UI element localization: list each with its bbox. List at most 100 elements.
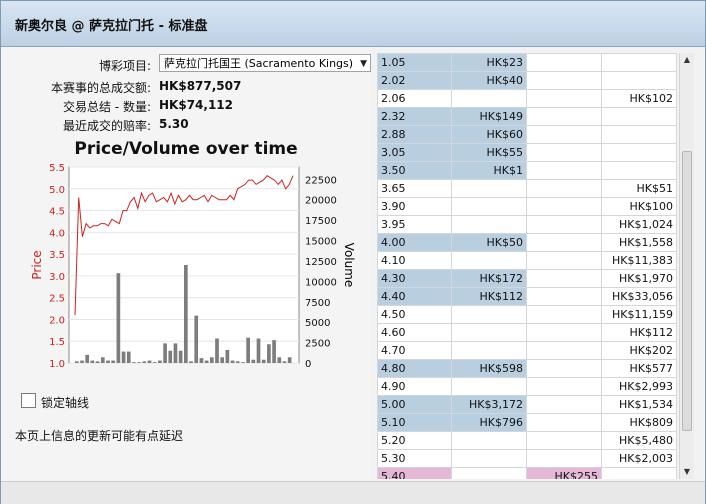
traded-cell[interactable]: HK$1,534: [601, 395, 677, 414]
table-row[interactable]: 4.60 HK$112: [377, 323, 677, 342]
traded-cell[interactable]: HK$202: [601, 341, 677, 360]
lay-cell[interactable]: [526, 215, 602, 234]
traded-cell[interactable]: HK$100: [601, 197, 677, 216]
lay-cell[interactable]: [526, 377, 602, 396]
traded-cell[interactable]: HK$2,003: [601, 449, 677, 468]
back-cell[interactable]: HK$55: [451, 143, 527, 162]
lay-cell[interactable]: [526, 107, 602, 126]
table-row[interactable]: 3.95 HK$1,024: [377, 215, 677, 234]
table-row[interactable]: 2.88 HK$60: [377, 125, 677, 144]
back-cell[interactable]: [451, 251, 527, 270]
traded-cell[interactable]: [601, 53, 677, 72]
traded-cell[interactable]: HK$1,024: [601, 215, 677, 234]
table-row[interactable]: 5.10 HK$796 HK$809: [377, 413, 677, 432]
lay-cell[interactable]: [526, 269, 602, 288]
table-row[interactable]: 4.10 HK$11,383: [377, 251, 677, 270]
table-row[interactable]: 4.40 HK$112 HK$33,056: [377, 287, 677, 306]
lay-cell[interactable]: [526, 341, 602, 360]
lay-cell[interactable]: [526, 305, 602, 324]
lay-cell[interactable]: [526, 179, 602, 198]
table-row[interactable]: 2.02 HK$40: [377, 71, 677, 90]
lay-cell[interactable]: [526, 197, 602, 216]
traded-cell[interactable]: HK$577: [601, 359, 677, 378]
lay-cell[interactable]: [526, 395, 602, 414]
lay-cell[interactable]: [526, 323, 602, 342]
back-cell[interactable]: [451, 89, 527, 108]
lay-cell[interactable]: [526, 71, 602, 90]
back-cell[interactable]: [451, 305, 527, 324]
traded-cell[interactable]: [601, 125, 677, 144]
table-row[interactable]: 2.06 HK$102: [377, 89, 677, 108]
lay-cell[interactable]: [526, 287, 602, 306]
lay-cell[interactable]: [526, 431, 602, 450]
table-row[interactable]: 4.80 HK$598 HK$577: [377, 359, 677, 378]
table-row[interactable]: 5.30 HK$2,003: [377, 449, 677, 468]
lay-cell[interactable]: [526, 89, 602, 108]
back-cell[interactable]: [451, 341, 527, 360]
back-cell[interactable]: HK$40: [451, 71, 527, 90]
table-row[interactable]: 1.05 HK$23: [377, 53, 677, 72]
back-cell[interactable]: HK$3,172: [451, 395, 527, 414]
price-ladder[interactable]: 1.05 HK$23 2.02 HK$40 2.06 HK$102 2.32 HK$149 2.…: [377, 53, 677, 479]
lay-cell[interactable]: [526, 449, 602, 468]
traded-cell[interactable]: HK$5,480: [601, 431, 677, 450]
table-row[interactable]: 3.65 HK$51: [377, 179, 677, 198]
back-cell[interactable]: [451, 377, 527, 396]
table-row[interactable]: 5.40 HK$255: [377, 467, 677, 479]
scroll-thumb[interactable]: [682, 151, 692, 431]
lay-cell[interactable]: [526, 359, 602, 378]
back-cell[interactable]: HK$112: [451, 287, 527, 306]
traded-cell[interactable]: [601, 161, 677, 180]
back-cell[interactable]: [451, 197, 527, 216]
table-row[interactable]: 3.90 HK$100: [377, 197, 677, 216]
back-cell[interactable]: [451, 215, 527, 234]
table-row[interactable]: 4.50 HK$11,159: [377, 305, 677, 324]
scroll-up-icon[interactable]: ▲: [680, 53, 694, 67]
back-cell[interactable]: HK$598: [451, 359, 527, 378]
traded-cell[interactable]: HK$1,558: [601, 233, 677, 252]
back-cell[interactable]: [451, 467, 527, 479]
table-row[interactable]: 5.20 HK$5,480: [377, 431, 677, 450]
traded-cell[interactable]: HK$102: [601, 89, 677, 108]
back-cell[interactable]: [451, 323, 527, 342]
back-cell[interactable]: [451, 179, 527, 198]
table-row[interactable]: 4.70 HK$202: [377, 341, 677, 360]
lay-cell[interactable]: [526, 143, 602, 162]
traded-cell[interactable]: HK$1,970: [601, 269, 677, 288]
lay-cell[interactable]: [526, 53, 602, 72]
lay-cell[interactable]: [526, 161, 602, 180]
back-cell[interactable]: HK$1: [451, 161, 527, 180]
scroll-down-icon[interactable]: ▼: [680, 465, 694, 479]
back-cell[interactable]: HK$149: [451, 107, 527, 126]
table-row[interactable]: 4.00 HK$50 HK$1,558: [377, 233, 677, 252]
chevron-down-icon[interactable]: ▼: [360, 55, 367, 73]
table-row[interactable]: 4.30 HK$172 HK$1,970: [377, 269, 677, 288]
lay-cell[interactable]: [526, 125, 602, 144]
market-select[interactable]: 萨克拉门托国王 (Sacramento Kings) ▼: [159, 54, 371, 72]
lay-cell[interactable]: HK$255: [526, 467, 602, 479]
traded-cell[interactable]: HK$11,383: [601, 251, 677, 270]
traded-cell[interactable]: [601, 467, 677, 479]
traded-cell[interactable]: HK$809: [601, 413, 677, 432]
table-row[interactable]: 3.50 HK$1: [377, 161, 677, 180]
back-cell[interactable]: HK$172: [451, 269, 527, 288]
table-row[interactable]: 3.05 HK$55: [377, 143, 677, 162]
lay-cell[interactable]: [526, 251, 602, 270]
traded-cell[interactable]: HK$51: [601, 179, 677, 198]
lay-cell[interactable]: [526, 233, 602, 252]
lay-cell[interactable]: [526, 413, 602, 432]
table-row[interactable]: 5.00 HK$3,172 HK$1,534: [377, 395, 677, 414]
traded-cell[interactable]: HK$11,159: [601, 305, 677, 324]
lock-axis-checkbox[interactable]: [21, 393, 36, 408]
table-row[interactable]: 4.90 HK$2,993: [377, 377, 677, 396]
back-cell[interactable]: HK$50: [451, 233, 527, 252]
back-cell[interactable]: [451, 431, 527, 450]
back-cell[interactable]: HK$60: [451, 125, 527, 144]
traded-cell[interactable]: [601, 107, 677, 126]
traded-cell[interactable]: HK$2,993: [601, 377, 677, 396]
traded-cell[interactable]: HK$112: [601, 323, 677, 342]
traded-cell[interactable]: [601, 143, 677, 162]
back-cell[interactable]: HK$23: [451, 53, 527, 72]
back-cell[interactable]: [451, 449, 527, 468]
traded-cell[interactable]: HK$33,056: [601, 287, 677, 306]
